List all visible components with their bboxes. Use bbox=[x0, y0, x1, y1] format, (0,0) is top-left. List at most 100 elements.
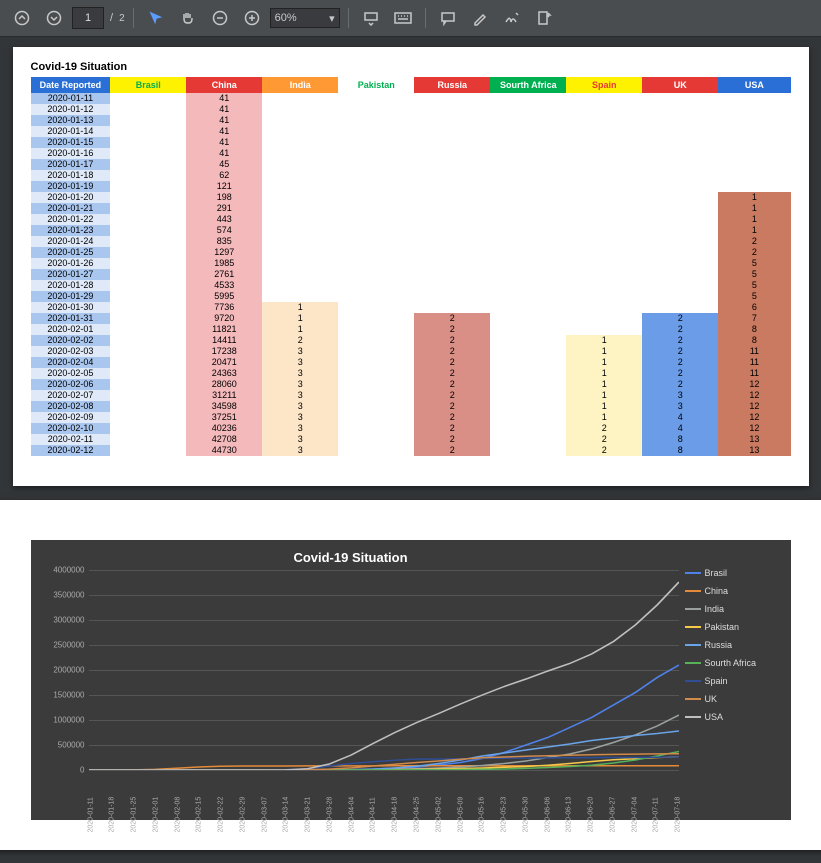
data-cell bbox=[262, 247, 338, 258]
data-cell bbox=[566, 203, 642, 214]
data-cell: 2 bbox=[642, 346, 718, 357]
data-cell bbox=[566, 247, 642, 258]
data-cell bbox=[262, 225, 338, 236]
x-tick: 2020-01-25 bbox=[131, 829, 138, 833]
data-cell bbox=[110, 313, 186, 324]
col-header: Sourth Africa bbox=[490, 77, 566, 93]
cursor-tool-button[interactable] bbox=[142, 4, 170, 32]
data-cell bbox=[262, 181, 338, 192]
data-cell bbox=[262, 192, 338, 203]
hand-tool-button[interactable] bbox=[174, 4, 202, 32]
data-cell: 1 bbox=[566, 346, 642, 357]
data-cell bbox=[110, 247, 186, 258]
data-cell bbox=[110, 368, 186, 379]
page-down-button[interactable] bbox=[40, 4, 68, 32]
data-cell bbox=[110, 181, 186, 192]
data-cell bbox=[490, 346, 566, 357]
legend-item: India bbox=[685, 604, 785, 614]
data-cell bbox=[566, 170, 642, 181]
data-cell: 34598 bbox=[186, 401, 262, 412]
legend-item: UK bbox=[685, 694, 785, 704]
legend-item: USA bbox=[685, 712, 785, 722]
table-row: 2020-02-0524363321211 bbox=[31, 368, 791, 379]
table-row: 2020-01-3197201227 bbox=[31, 313, 791, 324]
y-tick: 4000000 bbox=[37, 566, 85, 575]
data-cell bbox=[338, 192, 414, 203]
data-cell: 121 bbox=[186, 181, 262, 192]
table-row: 2020-01-235741 bbox=[31, 225, 791, 236]
data-cell: 2 bbox=[642, 368, 718, 379]
x-tick: 2020-07-04 bbox=[631, 829, 638, 833]
data-cell: 2 bbox=[642, 313, 718, 324]
data-cell: 2 bbox=[414, 390, 490, 401]
page-current-input[interactable] bbox=[72, 7, 104, 29]
keyboard-button[interactable] bbox=[389, 4, 417, 32]
data-cell bbox=[490, 247, 566, 258]
zoom-in-button[interactable] bbox=[238, 4, 266, 32]
data-cell: 44730 bbox=[186, 445, 262, 456]
x-tick: 2020-02-15 bbox=[196, 829, 203, 833]
data-cell bbox=[414, 302, 490, 313]
data-cell: 8 bbox=[642, 434, 718, 445]
data-cell: 14411 bbox=[186, 335, 262, 346]
legend-item: Brasil bbox=[685, 568, 785, 578]
date-cell: 2020-02-12 bbox=[31, 445, 111, 456]
table-row: 2020-02-021441122128 bbox=[31, 335, 791, 346]
data-cell: 12 bbox=[718, 401, 790, 412]
data-cell bbox=[642, 104, 718, 115]
sign-button[interactable] bbox=[498, 4, 526, 32]
data-cell bbox=[642, 137, 718, 148]
zoom-out-button[interactable] bbox=[206, 4, 234, 32]
data-cell bbox=[262, 159, 338, 170]
data-cell bbox=[490, 225, 566, 236]
data-cell: 13 bbox=[718, 434, 790, 445]
data-cell: 1985 bbox=[186, 258, 262, 269]
data-cell: 3 bbox=[642, 401, 718, 412]
data-cell bbox=[490, 412, 566, 423]
data-cell bbox=[338, 291, 414, 302]
highlight-button[interactable] bbox=[466, 4, 494, 32]
data-cell bbox=[414, 214, 490, 225]
data-cell: 2 bbox=[566, 434, 642, 445]
col-header: China bbox=[186, 77, 262, 93]
data-cell: 41 bbox=[186, 93, 262, 104]
data-cell bbox=[262, 148, 338, 159]
data-cell bbox=[642, 269, 718, 280]
document-stage[interactable]: Covid-19 Situation Date ReportedBrasilCh… bbox=[0, 37, 821, 860]
data-cell bbox=[110, 192, 186, 203]
data-cell bbox=[338, 269, 414, 280]
comment-button[interactable] bbox=[434, 4, 462, 32]
date-cell: 2020-02-07 bbox=[31, 390, 111, 401]
data-cell bbox=[642, 214, 718, 225]
x-tick: 2020-03-21 bbox=[305, 829, 312, 833]
data-cell bbox=[338, 302, 414, 313]
data-cell: 1297 bbox=[186, 247, 262, 258]
data-cell: 3 bbox=[262, 379, 338, 390]
fit-width-button[interactable] bbox=[357, 4, 385, 32]
x-tick: 2020-02-01 bbox=[152, 829, 159, 833]
x-tick: 2020-03-28 bbox=[326, 829, 333, 833]
data-cell: 4 bbox=[642, 412, 718, 423]
page-2: Covid-19 Situation 050000010000001500000… bbox=[0, 500, 821, 850]
data-cell bbox=[490, 401, 566, 412]
page-up-button[interactable] bbox=[8, 4, 36, 32]
date-cell: 2020-01-13 bbox=[31, 115, 111, 126]
data-cell: 1 bbox=[262, 302, 338, 313]
x-tick: 2020-03-07 bbox=[261, 829, 268, 833]
data-cell bbox=[642, 126, 718, 137]
y-tick: 2500000 bbox=[37, 641, 85, 650]
data-cell bbox=[338, 346, 414, 357]
zoom-select[interactable]: 60%▾ bbox=[270, 8, 340, 28]
data-cell: 6 bbox=[718, 302, 790, 313]
date-cell: 2020-02-03 bbox=[31, 346, 111, 357]
data-cell bbox=[262, 126, 338, 137]
data-cell bbox=[490, 335, 566, 346]
x-tick: 2020-02-29 bbox=[239, 829, 246, 833]
data-cell: 2 bbox=[414, 445, 490, 456]
data-cell bbox=[338, 126, 414, 137]
data-cell: 5 bbox=[718, 269, 790, 280]
data-cell bbox=[642, 225, 718, 236]
table-row: 2020-01-1141 bbox=[31, 93, 791, 104]
data-cell bbox=[642, 170, 718, 181]
export-button[interactable] bbox=[530, 4, 558, 32]
